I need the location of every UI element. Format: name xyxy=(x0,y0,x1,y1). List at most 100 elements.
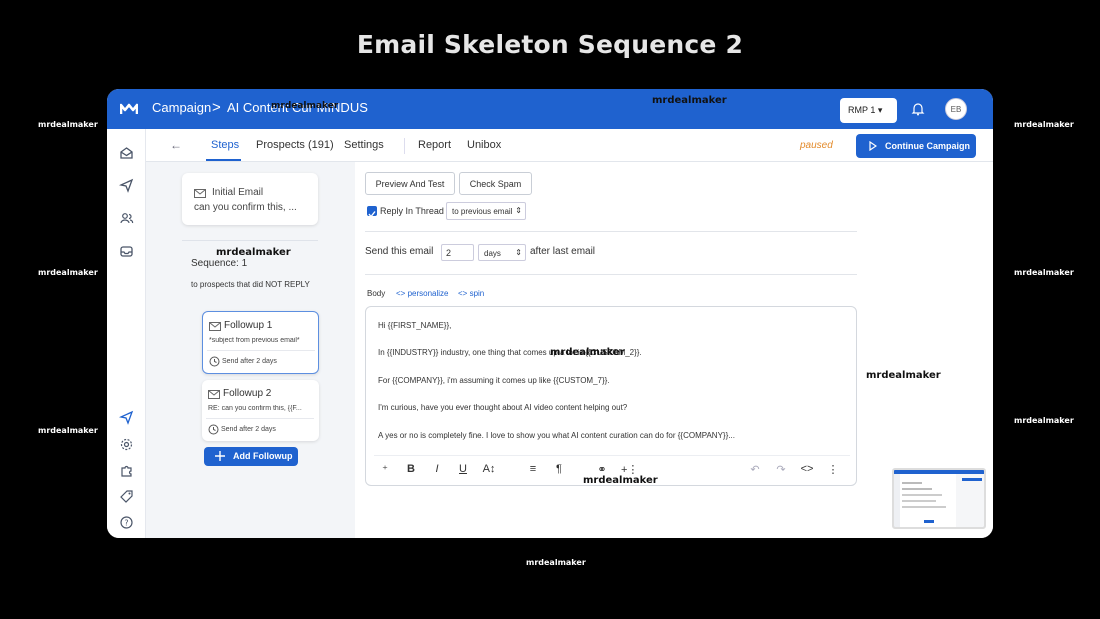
clock-icon xyxy=(208,424,219,435)
bold-icon[interactable]: B xyxy=(404,463,418,475)
divider xyxy=(207,350,315,351)
help-icon[interactable]: ? xyxy=(119,515,134,530)
thread-select-value: to previous email xyxy=(452,207,513,216)
breadcrumb-separator: > xyxy=(212,99,221,116)
avatar[interactable]: EB xyxy=(945,98,967,120)
email-body-editor[interactable]: Hi {{FIRST_NAME}}, In {{INDUSTRY}} indus… xyxy=(365,306,857,486)
divider xyxy=(182,240,318,241)
followup-card[interactable]: Followup 2 RE: can you confirm this, {{F… xyxy=(202,380,319,441)
more-icon[interactable]: ⋮ xyxy=(826,463,840,476)
plus-icon xyxy=(215,451,225,461)
delay-days-input[interactable]: 2 xyxy=(441,244,474,261)
sidebar: ? xyxy=(107,129,146,538)
followup-delay: Send after 2 days xyxy=(221,426,276,433)
tab-active-indicator xyxy=(206,159,241,161)
body-line: A yes or no is completely fine. I love t… xyxy=(378,431,735,440)
personalize-link[interactable]: <> personalize xyxy=(396,289,448,298)
status-badge: paused xyxy=(800,140,833,151)
puzzle-icon[interactable] xyxy=(119,463,134,478)
followup-title: Followup 2 xyxy=(223,388,272,399)
tag-icon[interactable] xyxy=(119,489,134,504)
users-icon[interactable] xyxy=(119,211,134,226)
watermark: mrdealmaker xyxy=(550,347,625,358)
body-line: I'm curious, have you ever thought about… xyxy=(378,403,628,412)
watermark: mrdealmaker xyxy=(1014,268,1074,277)
select-arrows-icon: ⇕ xyxy=(515,248,522,257)
text-size-icon[interactable]: A↕ xyxy=(482,463,496,475)
initial-email-subject: can you confirm this, ... xyxy=(194,202,297,213)
redo-icon[interactable]: ↷ xyxy=(774,463,788,476)
followup-title: Followup 1 xyxy=(224,320,273,331)
play-icon xyxy=(869,141,877,151)
code-icon[interactable]: <> xyxy=(800,463,814,475)
gear-icon[interactable] xyxy=(119,437,134,452)
watermark: mrdealmaker xyxy=(38,268,98,277)
body-label: Body xyxy=(367,289,386,298)
mail-icon xyxy=(208,390,220,399)
account-select-value: RMP 1 xyxy=(848,105,876,115)
initial-email-card[interactable]: Initial Email can you confirm this, ... xyxy=(182,173,318,225)
send-delay-suffix: after last email xyxy=(530,246,596,257)
watermark: mrdealmaker xyxy=(866,370,941,381)
clock-icon xyxy=(209,356,220,367)
toolbar-divider xyxy=(374,455,850,456)
sequence-panel: Initial Email can you confirm this, ... … xyxy=(146,162,355,538)
check-icon xyxy=(368,211,376,218)
chevron-down-icon: ▾ xyxy=(877,105,883,115)
undo-icon[interactable]: ↶ xyxy=(748,463,762,476)
watermark: mrdealmaker xyxy=(271,101,339,111)
followup-delay: Send after 2 days xyxy=(222,358,277,365)
align-icon[interactable]: ≡ xyxy=(526,463,540,475)
bell-icon[interactable] xyxy=(911,102,925,116)
inbox-icon[interactable] xyxy=(119,146,134,161)
delay-unit-value: days xyxy=(484,249,501,258)
reply-in-thread-checkbox[interactable] xyxy=(367,206,377,218)
continue-campaign-button[interactable]: Continue Campaign xyxy=(856,134,976,158)
mail-icon xyxy=(194,189,206,198)
body-line: For {{COMPANY}}, i'm assuming it comes u… xyxy=(378,376,610,385)
reply-in-thread-label: Reply In Thread xyxy=(380,206,444,216)
add-followup-button[interactable]: Add Followup xyxy=(204,447,298,466)
paragraph-icon[interactable]: ¶ xyxy=(552,463,566,475)
followup-card[interactable]: Followup 1 *subject from previous email*… xyxy=(202,311,319,374)
divider xyxy=(365,274,857,275)
watermark: mrdealmaker xyxy=(38,426,98,435)
tab-steps[interactable]: Steps xyxy=(211,139,239,151)
continue-campaign-label: Continue Campaign xyxy=(885,141,970,151)
breadcrumb-campaign[interactable]: Campaign xyxy=(152,100,211,115)
check-spam-button[interactable]: Check Spam xyxy=(459,172,532,195)
tray-icon[interactable] xyxy=(119,244,134,259)
send-active-icon[interactable] xyxy=(119,410,134,425)
divider xyxy=(365,231,857,232)
tab-settings[interactable]: Settings xyxy=(344,139,384,151)
sequence-title: Sequence: 1 xyxy=(191,258,248,269)
watermark: mrdealmaker xyxy=(526,558,586,567)
send-icon[interactable] xyxy=(119,178,134,193)
watermark: mrdealmaker xyxy=(1014,416,1074,425)
watermark: mrdealmaker xyxy=(652,95,727,106)
tab-report[interactable]: Report xyxy=(418,139,451,151)
add-followup-label: Add Followup xyxy=(233,451,293,461)
delay-unit-select[interactable]: days ⇕ xyxy=(478,244,526,261)
watermark: mrdealmaker xyxy=(583,475,658,486)
tab-divider xyxy=(404,138,405,154)
preview-and-test-button[interactable]: Preview And Test xyxy=(365,172,455,195)
tab-prospects[interactable]: Prospects (191) xyxy=(256,139,334,151)
person-add-icon[interactable]: ⁺ xyxy=(378,463,392,476)
watermark: mrdealmaker xyxy=(1014,120,1074,129)
followup-subject: RE: can you confirm this, {{F... xyxy=(208,405,302,412)
spin-link[interactable]: <> spin xyxy=(458,289,484,298)
account-select[interactable]: RMP 1 ▾ xyxy=(840,98,897,123)
video-thumbnail xyxy=(892,468,986,529)
tab-unibox[interactable]: Unibox xyxy=(467,139,501,151)
body-line: Hi {{FIRST_NAME}}, xyxy=(378,321,452,330)
app-window: Campaign > AI Content Cur MINDUS mrdealm… xyxy=(107,89,993,538)
top-bar: Campaign > AI Content Cur MINDUS mrdealm… xyxy=(107,89,993,129)
divider xyxy=(206,418,314,419)
italic-icon[interactable]: I xyxy=(430,463,444,475)
thumbnail-screen-image xyxy=(894,470,984,527)
underline-icon[interactable]: U xyxy=(456,463,470,475)
back-arrow-icon[interactable]: ← xyxy=(170,138,182,152)
thread-select[interactable]: to previous email ⇕ xyxy=(446,202,526,220)
watermark: mrdealmaker xyxy=(216,247,291,258)
